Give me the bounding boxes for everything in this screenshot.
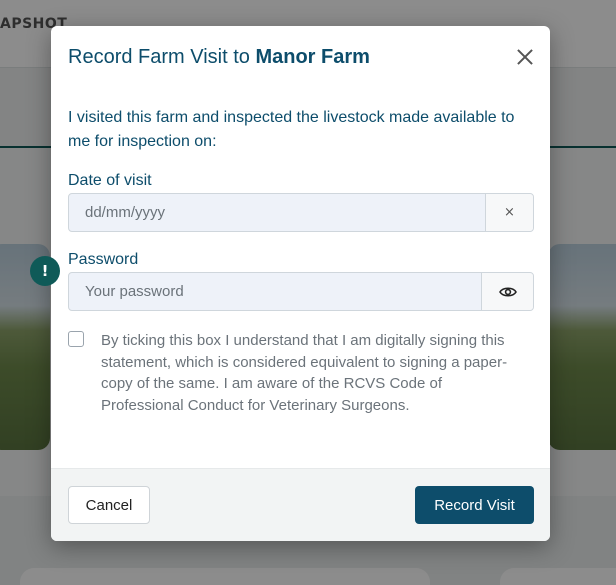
clear-icon: × xyxy=(504,205,515,220)
modal-header: Record Farm Visit to Manor Farm xyxy=(51,26,550,94)
password-label: Password xyxy=(68,251,139,268)
date-of-visit-label: Date of visit xyxy=(68,172,152,189)
date-input-group: × xyxy=(68,193,534,232)
clear-date-button[interactable]: × xyxy=(485,194,533,231)
record-visit-button[interactable]: Record Visit xyxy=(415,486,534,524)
modal-title-prefix: Record Farm Visit to xyxy=(68,46,256,68)
intro-text: I visited this farm and inspected the li… xyxy=(68,109,515,150)
eye-icon xyxy=(498,286,517,297)
modal-footer: Cancel Record Visit xyxy=(51,468,550,541)
password-input[interactable] xyxy=(69,273,481,310)
cancel-button[interactable]: Cancel xyxy=(68,486,150,524)
password-input-group xyxy=(68,272,534,311)
consent-text: By ticking this box I understand that I … xyxy=(101,332,508,414)
close-icon[interactable] xyxy=(512,44,538,70)
farm-name: Manor Farm xyxy=(255,46,370,68)
alert-icon: ! xyxy=(30,256,60,286)
consent-checkbox[interactable] xyxy=(68,331,84,347)
date-of-visit-input[interactable] xyxy=(69,194,485,231)
toggle-password-button[interactable] xyxy=(481,273,533,310)
modal-title: Record Farm Visit to Manor Farm xyxy=(68,46,370,69)
record-visit-modal: Record Farm Visit to Manor Farm I visite… xyxy=(51,26,550,541)
